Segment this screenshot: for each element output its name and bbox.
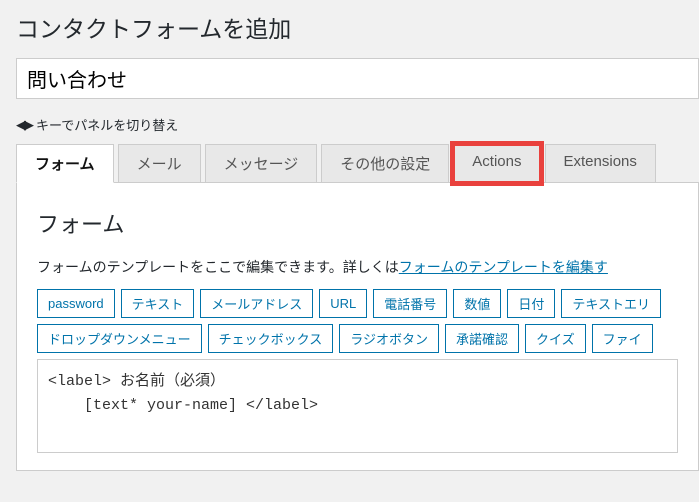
panel-description: フォームのテンプレートをここで編集できます。詳しくはフォームのテンプレートを編集… [37, 257, 678, 277]
tab-extensions[interactable]: Extensions [545, 144, 656, 183]
tag-number-button[interactable]: 数値 [453, 289, 501, 318]
tag-password-button[interactable]: password [37, 289, 115, 318]
form-panel: フォーム フォームのテンプレートをここで編集できます。詳しくはフォームのテンプレ… [16, 182, 699, 471]
tag-button-row-1: password テキスト メールアドレス URL 電話番号 数値 日付 テキス… [37, 289, 678, 318]
tab-message[interactable]: メッセージ [205, 144, 318, 183]
tag-text-button[interactable]: テキスト [121, 289, 195, 318]
tag-acceptance-button[interactable]: 承諾確認 [445, 324, 519, 353]
tab-bar: フォーム メール メッセージ その他の設定 Actions Extensions [16, 144, 699, 183]
tag-url-button[interactable]: URL [319, 289, 367, 318]
panel-switch-hint: ◀▶ キーでパネルを切り替え [16, 115, 699, 134]
tag-file-button[interactable]: ファイ [592, 324, 653, 353]
tag-radio-button[interactable]: ラジオボタン [339, 324, 439, 353]
tag-button-row-2: ドロップダウンメニュー チェックボックス ラジオボタン 承諾確認 クイズ ファイ [37, 324, 678, 353]
tab-mail[interactable]: メール [118, 144, 201, 183]
tab-other-settings[interactable]: その他の設定 [321, 144, 449, 183]
tag-tel-button[interactable]: 電話番号 [373, 289, 447, 318]
tag-quiz-button[interactable]: クイズ [525, 324, 586, 353]
form-title-input[interactable] [16, 58, 699, 99]
tab-actions[interactable]: Actions [453, 144, 540, 183]
page-title: コンタクトフォームを追加 [16, 10, 699, 44]
panel-desc-text: フォームのテンプレートをここで編集できます。詳しくは [37, 259, 399, 275]
hint-text: キーでパネルを切り替え [36, 115, 178, 134]
tab-form[interactable]: フォーム [16, 144, 114, 183]
form-template-textarea[interactable] [37, 359, 678, 453]
tag-date-button[interactable]: 日付 [507, 289, 555, 318]
tag-dropdown-button[interactable]: ドロップダウンメニュー [37, 324, 202, 353]
panel-heading: フォーム [37, 207, 678, 239]
tag-email-button[interactable]: メールアドレス [200, 289, 313, 318]
tag-checkbox-button[interactable]: チェックボックス [208, 324, 334, 353]
template-edit-link[interactable]: フォームのテンプレートを編集す [399, 259, 608, 275]
tag-textarea-button[interactable]: テキストエリ [561, 289, 661, 318]
arrow-left-right-icon: ◀▶ [16, 117, 32, 133]
